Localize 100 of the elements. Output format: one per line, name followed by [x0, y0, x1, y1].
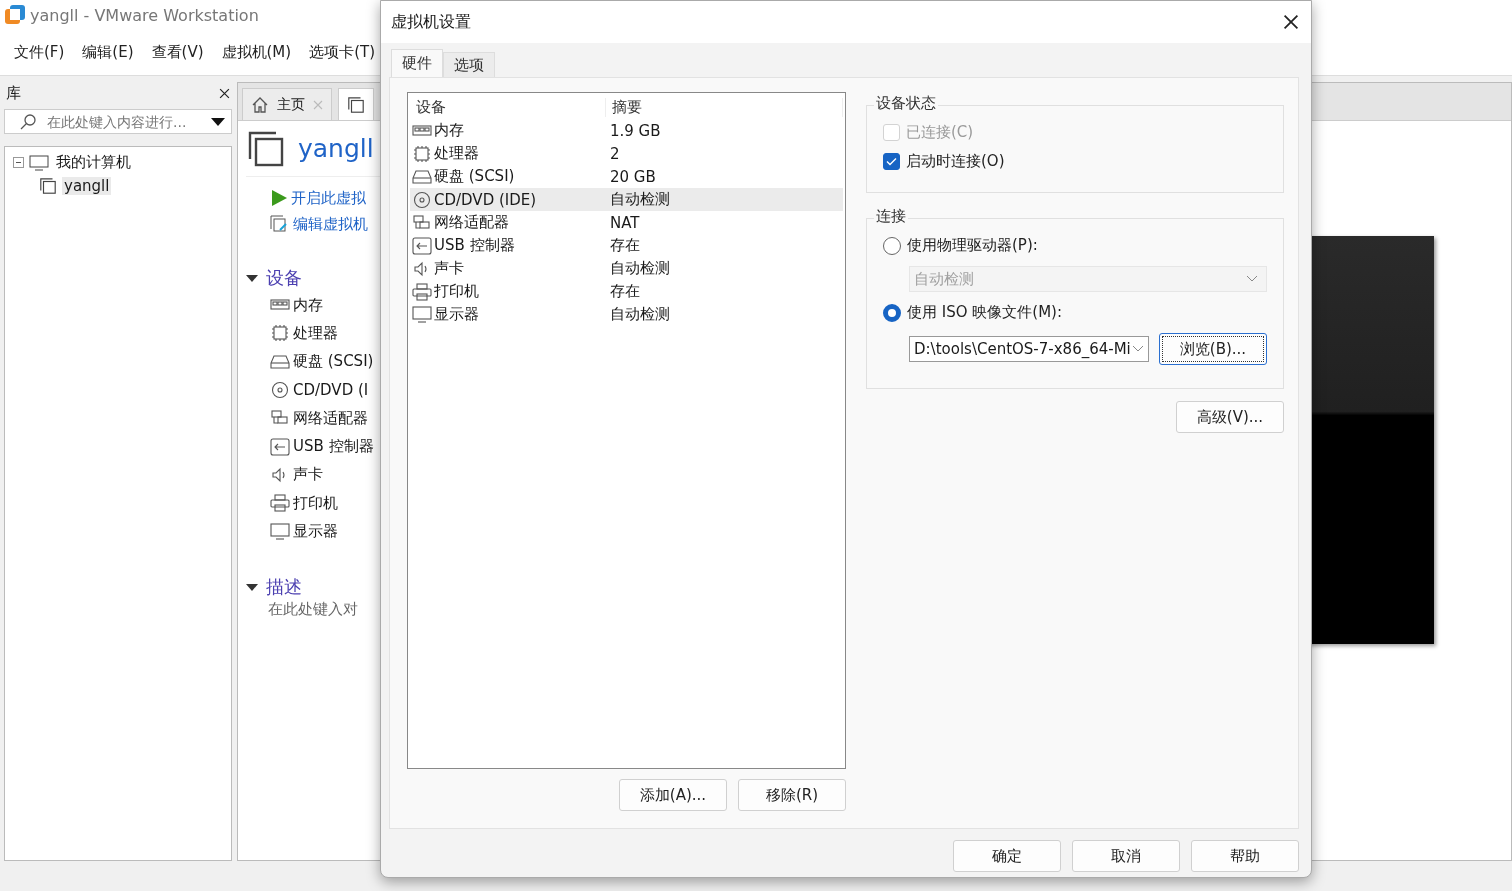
device-item[interactable]: 网络适配器 — [293, 408, 368, 428]
caret-icon[interactable] — [246, 581, 258, 592]
tab[interactable]: 主页 — [242, 88, 332, 120]
radio-button[interactable] — [883, 236, 901, 255]
device-item[interactable]: 声卡 — [293, 465, 323, 485]
table-cell: 声卡 — [434, 259, 464, 278]
table-row[interactable]: 打印机 存在 — [410, 280, 843, 303]
dialog-title: 虚拟机设置 — [391, 11, 471, 33]
printer-icon — [412, 282, 432, 301]
table-cell-text: 20 GB — [609, 167, 657, 186]
printer-icon — [270, 494, 290, 513]
dialog-button[interactable]: 帮助 — [1191, 840, 1299, 872]
chip-icon — [412, 144, 432, 163]
search-field[interactable]: 在此处键入内容进行... — [4, 109, 232, 134]
table-cell: 内存 — [434, 121, 464, 140]
chip-icon — [270, 324, 290, 343]
device-item[interactable]: 硬盘 (SCSI) — [293, 352, 374, 372]
menu-item[interactable]: 查看(V) — [151, 43, 204, 62]
vm-icon — [39, 176, 57, 195]
usb-icon — [270, 437, 290, 456]
dialog-button[interactable]: 取消 — [1072, 840, 1180, 872]
disc-icon — [270, 381, 290, 400]
tree-item[interactable]: yangll — [62, 176, 112, 195]
home-icon — [251, 95, 269, 114]
check-icon — [886, 157, 897, 166]
checkbox-label: 启动时连接(O) — [906, 152, 1005, 171]
vm-name: yangll — [298, 134, 374, 163]
description-text: 在此处键入对 — [267, 599, 359, 619]
browse-button[interactable]: 浏览(B)... — [1159, 333, 1267, 365]
dialog-button[interactable]: 移除(R) — [738, 779, 846, 811]
action-link[interactable]: 编辑虚拟机 — [246, 211, 380, 237]
path-combobox[interactable]: D:\tools\CentOS-7-x86_64-Mi — [909, 336, 1149, 362]
table-row[interactable]: CD/DVD (IDE) 自动检测 — [410, 188, 843, 211]
table-cell: 网络适配器 — [434, 213, 509, 232]
table-cell: CD/DVD (IDE) — [434, 190, 537, 209]
menu-item[interactable]: 编辑(E) — [82, 43, 134, 62]
table-row[interactable]: USB 控制器 存在 — [410, 234, 843, 257]
close-icon[interactable] — [219, 88, 230, 99]
table-row[interactable]: 硬盘 (SCSI) 20 GB — [410, 165, 843, 188]
action-link[interactable]: 开启此虚拟 — [246, 185, 380, 211]
radio-button[interactable] — [883, 303, 901, 322]
table-cell-text: NAT — [609, 213, 641, 232]
radio-label: 使用物理驱动器(P): — [907, 236, 1038, 255]
search-icon — [19, 112, 37, 131]
monitor-icon — [412, 305, 432, 324]
play-icon — [270, 189, 288, 207]
tab[interactable] — [338, 88, 374, 120]
app-logo-icon — [4, 4, 26, 26]
table-row[interactable]: 声卡 自动检测 — [410, 257, 843, 280]
section-title[interactable]: 描述 — [266, 574, 302, 599]
menu-item[interactable]: 选项卡(T) — [309, 43, 376, 62]
device-item[interactable]: 打印机 — [293, 493, 338, 513]
caret-icon[interactable] — [246, 273, 258, 283]
table-row[interactable]: 处理器 2 — [410, 142, 843, 165]
device-item[interactable]: 处理器 — [293, 323, 338, 343]
checkbox[interactable] — [883, 153, 900, 170]
column-header: 摘要 — [606, 97, 843, 117]
menu-item[interactable]: 文件(F) — [14, 43, 65, 62]
device-item[interactable]: 内存 — [293, 295, 323, 315]
table-row[interactable]: 网络适配器 NAT — [410, 211, 843, 234]
drive-icon — [412, 167, 432, 186]
dropdown-arrow-icon[interactable] — [211, 116, 225, 127]
edit-icon — [270, 215, 290, 233]
usb-icon — [412, 236, 432, 255]
monitor-icon — [270, 522, 290, 541]
device-item[interactable]: USB 控制器 — [293, 437, 374, 457]
radio-label: 使用 ISO 映像文件(M): — [907, 303, 1062, 322]
table-cell-text: 自动检测 — [609, 259, 671, 278]
close-icon[interactable] — [1283, 14, 1299, 30]
table-cell: 处理器 — [434, 144, 479, 163]
chevron-down-icon — [1246, 275, 1258, 283]
column-header: 设备 — [410, 97, 606, 117]
menu-item[interactable]: 虚拟机(M) — [221, 43, 292, 62]
disc-icon — [412, 190, 432, 209]
table-cell-text: 2 — [609, 144, 621, 163]
table-cell: 显示器 — [434, 305, 479, 324]
table-cell: 打印机 — [434, 282, 479, 301]
group-title: 设备状态 — [874, 94, 938, 113]
dialog-button[interactable]: 添加(A)... — [619, 779, 727, 811]
device-item[interactable]: 显示器 — [293, 522, 338, 541]
window-title: yangll - VMware Workstation — [30, 5, 259, 25]
section-title[interactable]: 设备 — [266, 266, 302, 290]
tree-item[interactable]: 我的计算机 — [54, 153, 133, 172]
table-row[interactable]: 内存 1.9 GB — [410, 119, 843, 142]
tab[interactable]: 硬件 — [391, 49, 443, 77]
tab[interactable]: 选项 — [443, 52, 495, 77]
dialog-button[interactable]: 确定 — [953, 840, 1061, 872]
chevron-down-icon — [1132, 345, 1144, 353]
table-cell-text: 自动检测 — [609, 190, 671, 209]
device-item[interactable]: CD/DVD (I — [293, 381, 369, 400]
panel-title: 库 — [6, 84, 21, 103]
advanced-button[interactable]: 高级(V)... — [1176, 401, 1284, 433]
table-cell-text: 存在 — [609, 236, 641, 255]
table-row[interactable]: 显示器 自动检测 — [410, 303, 843, 326]
table-cell-text: 存在 — [609, 282, 641, 301]
table-cell: USB 控制器 — [434, 236, 515, 255]
collapse-icon[interactable] — [13, 157, 24, 168]
table-cell-text: 1.9 GB — [609, 121, 662, 140]
network-icon — [412, 213, 432, 232]
group-title: 连接 — [874, 207, 908, 226]
